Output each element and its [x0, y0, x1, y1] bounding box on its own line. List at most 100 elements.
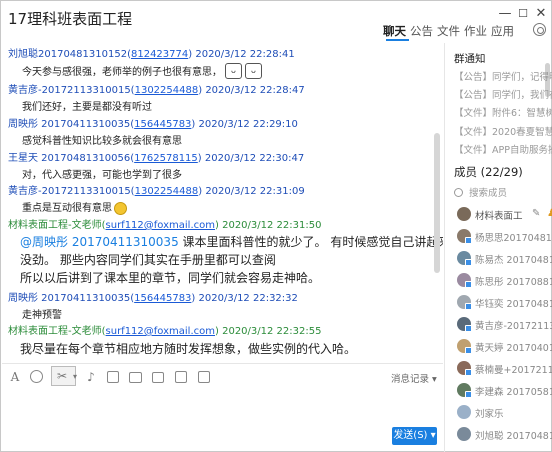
sender-id-close: ): [215, 220, 219, 231]
message-header: 王星天 20170481310056(1762578115) 2020/3/12…: [8, 149, 304, 164]
maximize-icon[interactable]: ☐: [515, 7, 531, 20]
message-time: 2020/3/12 22:29:10: [198, 119, 298, 130]
sender-id-close: ): [197, 153, 202, 164]
emoji-icon[interactable]: [30, 370, 43, 383]
microphone-icon[interactable]: ♪: [84, 370, 98, 384]
member-item[interactable]: 杨思思2017048131: [457, 228, 552, 246]
sender-qq-link[interactable]: 1762578115: [134, 153, 198, 164]
image-icon[interactable]: [129, 372, 142, 383]
sender-name[interactable]: 刘旭聪: [8, 49, 38, 60]
tab-announcements[interactable]: 公告: [410, 23, 437, 43]
notice-item[interactable]: 【公告】同学们，我们在…: [454, 87, 552, 101]
member-item[interactable]: 黄天婷 2017040131: [457, 338, 552, 356]
sender-qq-link[interactable]: 156445783: [134, 119, 191, 130]
window-title: 17理科班表面工程: [8, 10, 133, 28]
member-item[interactable]: 材料表面工 ✎ ♟: [457, 206, 552, 224]
message-time: 2020/3/12 22:32:55: [222, 326, 322, 337]
mention-link[interactable]: @周映彤 20170411310035: [20, 235, 179, 249]
member-name: 材料表面工: [475, 211, 523, 222]
member-item[interactable]: 黄吉彦-2017211331: [457, 316, 552, 334]
sender-email-link[interactable]: surf112@foxmail.com: [106, 220, 215, 231]
tab-apps[interactable]: 应用: [491, 23, 518, 43]
member-name: 蔡楠曼+2017211331: [475, 365, 552, 376]
more-icon[interactable]: [198, 371, 210, 383]
message-header: 周映彤 20170411310035(156445783) 2020/3/12 …: [8, 115, 298, 130]
sender-qq-link[interactable]: 156445783: [134, 293, 191, 304]
minimize-icon[interactable]: —: [497, 6, 513, 21]
member-name: 李建森 2017058131: [475, 387, 552, 398]
mobile-badge-icon: [465, 303, 472, 310]
message-text: 感觉科普性知识比较多就会很有意思: [22, 136, 182, 147]
member-item[interactable]: 刘旭聪 2017048131: [457, 426, 552, 444]
sender-id: 20170411310035(: [38, 293, 135, 304]
member-name: 华钰奕 2017048131: [475, 299, 552, 310]
chat-window: 17理科班表面工程 — ☐ ✕ 聊天 公告 文件 作业 应用 刘旭聪201704…: [0, 0, 552, 452]
cat-emoji-icon: ᴗ: [225, 63, 242, 79]
chat-scrollbar[interactable]: [434, 133, 440, 273]
message-time: 2020/3/12 22:28:41: [195, 49, 295, 60]
edit-icon[interactable]: ✎: [532, 208, 540, 219]
search-icon: [454, 188, 463, 197]
sender-name[interactable]: 周映彤: [8, 293, 38, 304]
avatar: [457, 427, 471, 441]
member-item[interactable]: 华钰奕 2017048131: [457, 294, 552, 312]
member-item[interactable]: 陈易杰 2017048131: [457, 250, 552, 268]
sender-id: -20172113310015(: [38, 85, 135, 96]
mobile-badge-icon: [465, 325, 472, 332]
sender-name[interactable]: 黄吉彦: [8, 85, 38, 96]
calendar-icon[interactable]: [175, 371, 187, 383]
notice-item[interactable]: 【文件】APP自助服务操…: [454, 142, 552, 156]
member-name: 黄吉彦-2017211331: [475, 321, 552, 332]
input-toolbar: A ✂ ▾ ♪ 消息记录 ▾: [2, 363, 443, 389]
sender-name[interactable]: 周映彤: [8, 119, 38, 130]
sender-qq-link[interactable]: 1302254488: [135, 85, 199, 96]
sender-id-close: ): [198, 85, 203, 96]
sender-name[interactable]: 材料表面工程-文老师: [8, 220, 102, 231]
member-item[interactable]: 陈思彤 2017088131: [457, 272, 552, 290]
members-title: 成员 (22/29): [454, 165, 523, 179]
chat-message-area[interactable]: 刘旭聪20170481310152(812423774) 2020/3/12 2…: [2, 43, 443, 363]
avatar: [457, 207, 471, 221]
message-text: 走神预警: [22, 310, 62, 321]
member-search[interactable]: 搜索成员: [454, 185, 507, 199]
message-time: 2020/3/12 22:31:09: [205, 186, 305, 197]
chevron-down-icon: ▾: [72, 372, 77, 381]
member-item[interactable]: 李建森 2017058131: [457, 382, 552, 400]
file-icon[interactable]: [107, 371, 119, 383]
message-text: 我们还好，主要是都没有听过: [22, 102, 152, 113]
sender-id-close: ): [198, 186, 203, 197]
folder-icon[interactable]: [152, 372, 164, 383]
close-icon[interactable]: ✕: [533, 6, 549, 21]
message-text-content: 今天参与感很强，老师举的例子也很有意思，: [22, 67, 222, 78]
more-settings-icon[interactable]: [533, 23, 546, 36]
message-text: 没劲。 那些内容同学们其实在手册里都可以查阅: [20, 253, 276, 267]
sender-name[interactable]: 黄吉彦: [8, 186, 38, 197]
sender-qq-link[interactable]: 812423774: [131, 49, 188, 60]
group-side-panel: 群通知 【公告】同学们，记得明… 【公告】同学们，我们在… 【文件】附件6：智慧…: [444, 43, 552, 452]
font-icon[interactable]: A: [8, 370, 22, 384]
member-name: 杨思思2017048131: [475, 233, 552, 244]
sender-name[interactable]: 王星天: [8, 153, 38, 164]
message-text-content: 课本里面科普性的就少了。 有时候感觉自己讲起来都: [178, 235, 443, 249]
member-name: 刘家乐: [475, 409, 504, 420]
message-history-button[interactable]: 消息记录 ▾: [391, 371, 437, 385]
search-placeholder: 搜索成员: [469, 188, 508, 199]
tab-homework[interactable]: 作业: [464, 23, 491, 43]
notice-item[interactable]: 【文件】附件6：智慧树…: [454, 105, 552, 119]
notice-item[interactable]: 【公告】同学们，记得明…: [454, 69, 552, 83]
mobile-badge-icon: [465, 281, 472, 288]
member-item[interactable]: 蔡楠曼+2017211331: [457, 360, 552, 378]
send-button[interactable]: 发送(S) ▾: [392, 427, 437, 445]
sender-email-link[interactable]: surf112@foxmail.com: [106, 326, 215, 337]
member-name: 陈思彤 2017088131: [475, 277, 552, 288]
sender-qq-link[interactable]: 1302254488: [135, 186, 199, 197]
scissors-icon: ✂: [56, 369, 68, 383]
mobile-badge-icon: [465, 347, 472, 354]
notice-item[interactable]: 【文件】2020春夏智慧树…: [454, 124, 552, 138]
message-text: 今天参与感很强，老师举的例子也很有意思， ᴗ ᴗ: [22, 63, 262, 80]
tab-files[interactable]: 文件: [437, 23, 464, 43]
sender-name[interactable]: 材料表面工程-文老师: [8, 326, 102, 337]
message-header: 刘旭聪20170481310152(812423774) 2020/3/12 2…: [8, 45, 295, 60]
add-member-icon[interactable]: ♟: [547, 208, 552, 219]
member-item[interactable]: 刘家乐: [457, 404, 552, 422]
